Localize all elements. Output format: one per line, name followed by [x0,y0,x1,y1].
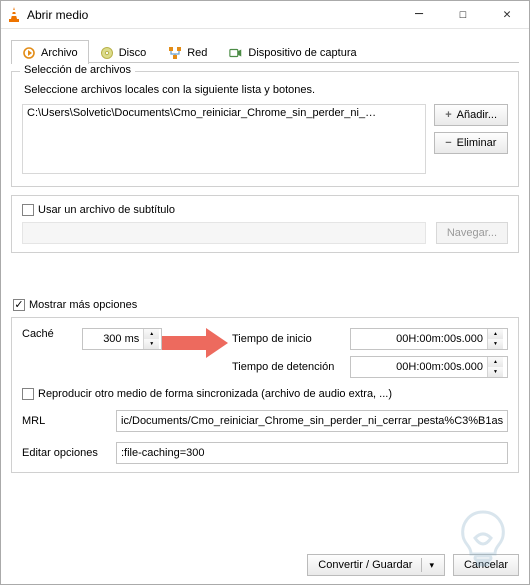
file-selection-legend: Selección de archivos [20,64,135,76]
minimize-button[interactable]: ─ [397,1,441,29]
use-subtitle-label: Usar un archivo de subtítulo [38,204,175,216]
plus-icon: + [445,109,451,121]
subtitle-panel: Usar un archivo de subtítulo Navegar... [11,195,519,253]
network-icon [168,46,182,60]
tab-disc-label: Disco [119,47,147,59]
mrl-label: MRL [22,415,108,427]
minus-icon: − [445,137,451,149]
start-time-spinner[interactable]: ▲ ▼ [350,328,508,350]
maximize-button[interactable]: ☐ [441,1,485,29]
tab-file[interactable]: Archivo [11,40,89,64]
start-time-label: Tiempo de inicio [232,333,342,345]
cache-spinner[interactable]: ▲ ▼ [82,328,162,350]
advanced-panel: Caché ▲ ▼ Tiempo de inicio [11,317,519,473]
stop-time-up[interactable]: ▲ [488,357,503,367]
file-selection-hint: Seleccione archivos locales con la sigui… [24,84,508,96]
add-file-label: Añadir... [457,109,497,121]
window-title: Abrir medio [27,8,397,22]
cache-label: Caché [22,328,68,340]
show-more-label: Mostrar más opciones [29,299,137,311]
file-icon [22,46,36,60]
start-time-up[interactable]: ▲ [488,329,503,339]
tab-network-label: Red [187,47,207,59]
dialog-footer: Convertir / Guardar ▾ Cancelar [11,548,519,576]
open-media-window: Abrir medio ─ ☐ ✕ Archivo Disco Red Disp… [0,0,530,585]
disc-icon [100,46,114,60]
tab-network[interactable]: Red [157,40,218,64]
remove-file-button[interactable]: − Eliminar [434,132,508,154]
capture-icon [229,46,243,60]
close-button[interactable]: ✕ [485,1,529,29]
convert-save-button[interactable]: Convertir / Guardar ▾ [307,554,445,576]
file-list-item[interactable]: C:\Users\Solvetic\Documents\Cmo_reinicia… [27,107,421,119]
titlebar: Abrir medio ─ ☐ ✕ [1,1,529,29]
tab-capture[interactable]: Dispositivo de captura [218,40,367,64]
file-list[interactable]: C:\Users\Solvetic\Documents\Cmo_reinicia… [22,104,426,174]
convert-save-label: Convertir / Guardar [318,559,412,571]
edit-options-input[interactable] [116,442,508,464]
show-more-checkbox[interactable] [13,299,25,311]
show-more-options-row: Mostrar más opciones [13,299,519,311]
extra-media-label: Reproducir otro medio de forma sincroniz… [38,388,392,400]
cancel-button[interactable]: Cancelar [453,554,519,576]
tab-disc[interactable]: Disco [89,40,158,64]
stop-time-input[interactable] [351,357,487,377]
subtitle-browse-label: Navegar... [447,227,497,239]
cache-up[interactable]: ▲ [144,329,159,339]
subtitle-browse-button[interactable]: Navegar... [436,222,508,244]
add-file-button[interactable]: + Añadir... [434,104,508,126]
start-time-input[interactable] [351,329,487,349]
start-time-down[interactable]: ▼ [488,339,503,349]
file-selection-panel: Selección de archivos Seleccione archivo… [11,71,519,187]
tab-capture-label: Dispositivo de captura [248,47,356,59]
dropdown-icon: ▾ [429,560,434,571]
edit-options-label: Editar opciones [22,447,108,459]
tab-file-label: Archivo [41,47,78,59]
stop-time-label: Tiempo de detención [232,361,342,373]
stop-time-down[interactable]: ▼ [488,367,503,377]
tabs: Archivo Disco Red Dispositivo de captura [11,39,519,63]
vlc-icon [7,7,21,23]
subtitle-path-input[interactable] [22,222,426,244]
remove-file-label: Eliminar [457,137,497,149]
mrl-input[interactable] [116,410,508,432]
cancel-label: Cancelar [464,559,508,571]
use-subtitle-checkbox[interactable] [22,204,34,216]
cache-input[interactable] [83,329,143,349]
extra-media-checkbox[interactable] [22,388,34,400]
cache-down[interactable]: ▼ [144,339,159,349]
annotation-arrow [162,328,232,358]
stop-time-spinner[interactable]: ▲ ▼ [350,356,508,378]
